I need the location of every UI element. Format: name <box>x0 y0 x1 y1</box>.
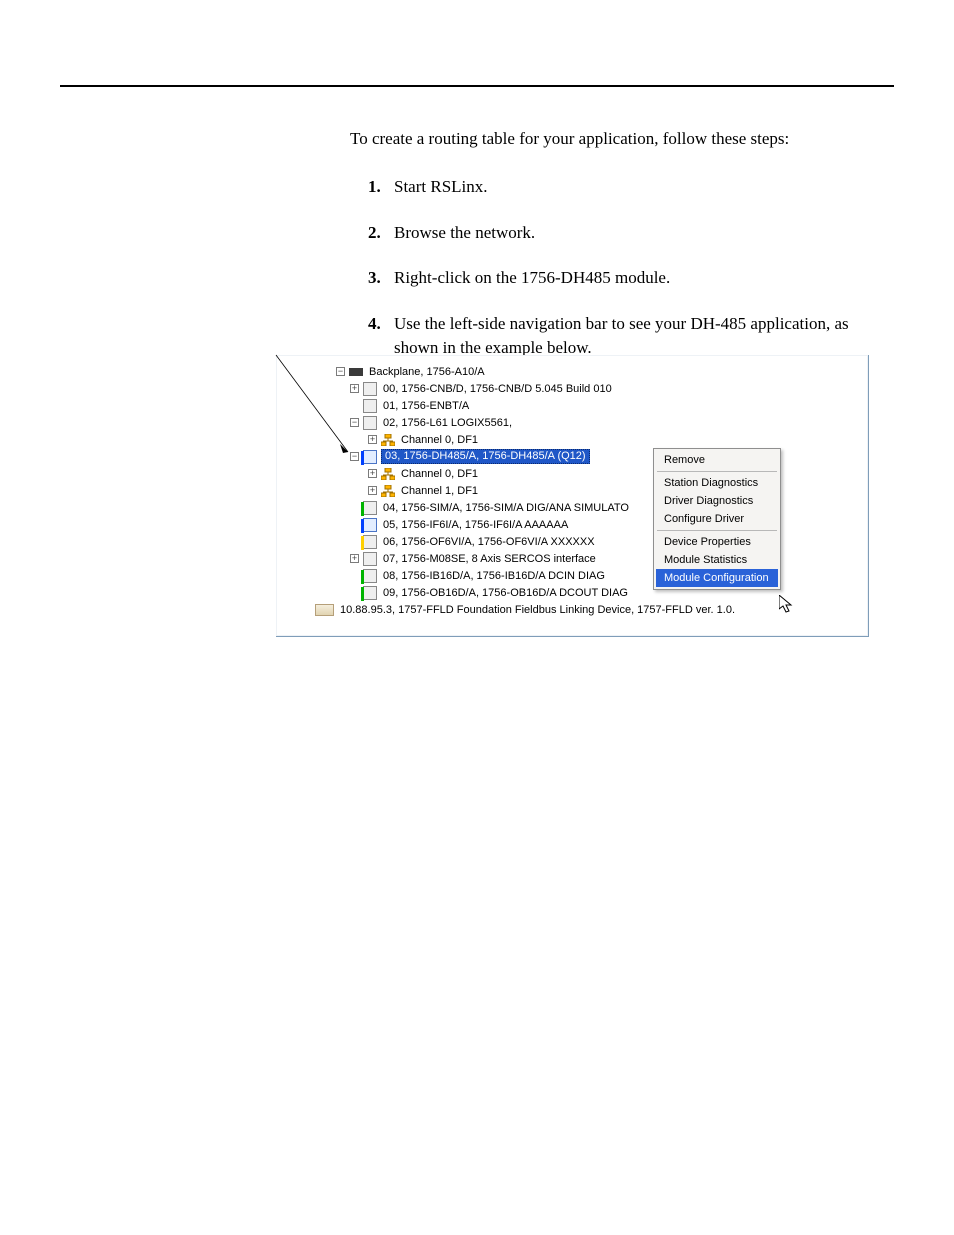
module-icon <box>363 501 377 515</box>
tree-label: Channel 1, DF1 <box>399 485 480 497</box>
collapse-icon[interactable]: − <box>350 418 359 427</box>
collapse-icon[interactable]: − <box>336 367 345 376</box>
tree-row[interactable]: 08, 1756-IB16D/A, 1756-IB16D/A DCIN DIAG <box>336 567 868 584</box>
tree-label: Backplane, 1756-A10/A <box>367 366 487 378</box>
page-rule <box>60 85 894 87</box>
tree-spacer <box>350 537 359 546</box>
expand-icon[interactable]: + <box>368 469 377 478</box>
menu-separator <box>657 471 777 472</box>
context-menu[interactable]: Remove Station DiagnosticsDriver Diagnost… <box>653 448 781 590</box>
tree-row[interactable]: 06, 1756-OF6VI/A, 1756-OF6VI/A XXXXXX <box>336 533 868 550</box>
step-4: 4.Use the left-side navigation bar to se… <box>374 312 894 360</box>
tree-spacer <box>350 571 359 580</box>
module-icon <box>363 450 377 464</box>
tree-row[interactable]: − 03, 1756-DH485/A, 1756-DH485/A (Q12) <box>336 448 868 465</box>
module-icon <box>363 535 377 549</box>
step-3-text: Right-click on the 1756-DH485 module. <box>394 268 670 287</box>
module-icon <box>363 569 377 583</box>
tree-spacer <box>350 520 359 529</box>
tree-spacer <box>350 401 359 410</box>
module-icon <box>363 416 377 430</box>
menu-item[interactable]: Station Diagnostics <box>656 474 778 492</box>
tree-spacer <box>350 503 359 512</box>
menu-separator <box>657 530 777 531</box>
tree-row[interactable]: + Channel 0, DF1 <box>336 465 868 482</box>
tree-label: 05, 1756-IF6I/A, 1756-IF6I/A AAAAAA <box>381 519 570 531</box>
tree-label: Channel 0, DF1 <box>399 468 480 480</box>
step-2: 2.Browse the network. <box>374 221 894 245</box>
tree-label: 06, 1756-OF6VI/A, 1756-OF6VI/A XXXXXX <box>381 536 597 548</box>
step-3: 3.Right-click on the 1756-DH485 module. <box>374 266 894 290</box>
tree-row[interactable]: 04, 1756-SIM/A, 1756-SIM/A DIG/ANA SIMUL… <box>336 499 868 516</box>
module-icon <box>363 552 377 566</box>
tree-label: 08, 1756-IB16D/A, 1756-IB16D/A DCIN DIAG <box>381 570 607 582</box>
network-icon <box>381 433 395 447</box>
tree-label: Channel 0, DF1 <box>399 434 480 446</box>
tree-row[interactable]: + 00, 1756-CNB/D, 1756-CNB/D 5.045 Build… <box>336 380 868 397</box>
tree-row-footer[interactable]: 10.88.95.3, 1757-FFLD Foundation Fieldbu… <box>302 601 868 618</box>
menu-item[interactable]: Module Statistics <box>656 551 778 569</box>
expand-icon[interactable]: + <box>368 435 377 444</box>
tree-label: 04, 1756-SIM/A, 1756-SIM/A DIG/ANA SIMUL… <box>381 502 631 514</box>
menu-item[interactable]: Remove <box>656 451 778 469</box>
step-4-text: Use the left-side navigation bar to see … <box>394 314 849 357</box>
tree-label: 01, 1756-ENBT/A <box>381 400 471 412</box>
tree-label: 03, 1756-DH485/A, 1756-DH485/A (Q12) <box>381 449 590 464</box>
tree-row-root[interactable]: − Backplane, 1756-A10/A <box>336 363 868 380</box>
step-1-text: Start RSLinx. <box>394 177 488 196</box>
step-2-text: Browse the network. <box>394 223 535 242</box>
tree-label: 02, 1756-L61 LOGIX5561, <box>381 417 514 429</box>
network-icon <box>381 484 395 498</box>
tree-spacer <box>350 588 359 597</box>
tree-label: 09, 1756-OB16D/A, 1756-OB16D/A DCOUT DIA… <box>381 587 630 599</box>
body-text: To create a routing table for your appli… <box>350 127 894 360</box>
menu-item[interactable]: Configure Driver <box>656 510 778 528</box>
module-icon <box>363 586 377 600</box>
device-icon <box>315 604 334 616</box>
menu-item[interactable]: Driver Diagnostics <box>656 492 778 510</box>
tree-label: 07, 1756-M08SE, 8 Axis SERCOS interface <box>381 553 598 565</box>
tree-label: 10.88.95.3, 1757-FFLD Foundation Fieldbu… <box>338 604 737 616</box>
step-1: 1.Start RSLinx. <box>374 175 894 199</box>
tree-row[interactable]: 09, 1756-OB16D/A, 1756-OB16D/A DCOUT DIA… <box>336 584 868 601</box>
tree-row[interactable]: 05, 1756-IF6I/A, 1756-IF6I/A AAAAAA <box>336 516 868 533</box>
expand-icon[interactable]: + <box>350 384 359 393</box>
tree-row[interactable]: + Channel 1, DF1 <box>336 482 868 499</box>
tree-label: 00, 1756-CNB/D, 1756-CNB/D 5.045 Build 0… <box>381 383 614 395</box>
expand-icon[interactable]: + <box>350 554 359 563</box>
tree-row[interactable]: 01, 1756-ENBT/A <box>336 397 868 414</box>
backplane-icon <box>349 365 363 379</box>
intro-paragraph: To create a routing table for your appli… <box>350 127 894 151</box>
tree-row[interactable]: − 02, 1756-L61 LOGIX5561, <box>336 414 868 431</box>
module-icon <box>363 399 377 413</box>
tree-row[interactable]: + Channel 0, DF1 <box>336 431 868 448</box>
steps-list: 1.Start RSLinx. 2.Browse the network. 3.… <box>350 175 894 360</box>
module-icon <box>363 382 377 396</box>
module-icon <box>363 518 377 532</box>
expand-icon[interactable]: + <box>368 486 377 495</box>
collapse-icon[interactable]: − <box>350 452 359 461</box>
menu-item[interactable]: Module Configuration <box>656 569 778 587</box>
menu-item[interactable]: Device Properties <box>656 533 778 551</box>
tree-row[interactable]: + 07, 1756-M08SE, 8 Axis SERCOS interfac… <box>336 550 868 567</box>
network-icon <box>381 467 395 481</box>
